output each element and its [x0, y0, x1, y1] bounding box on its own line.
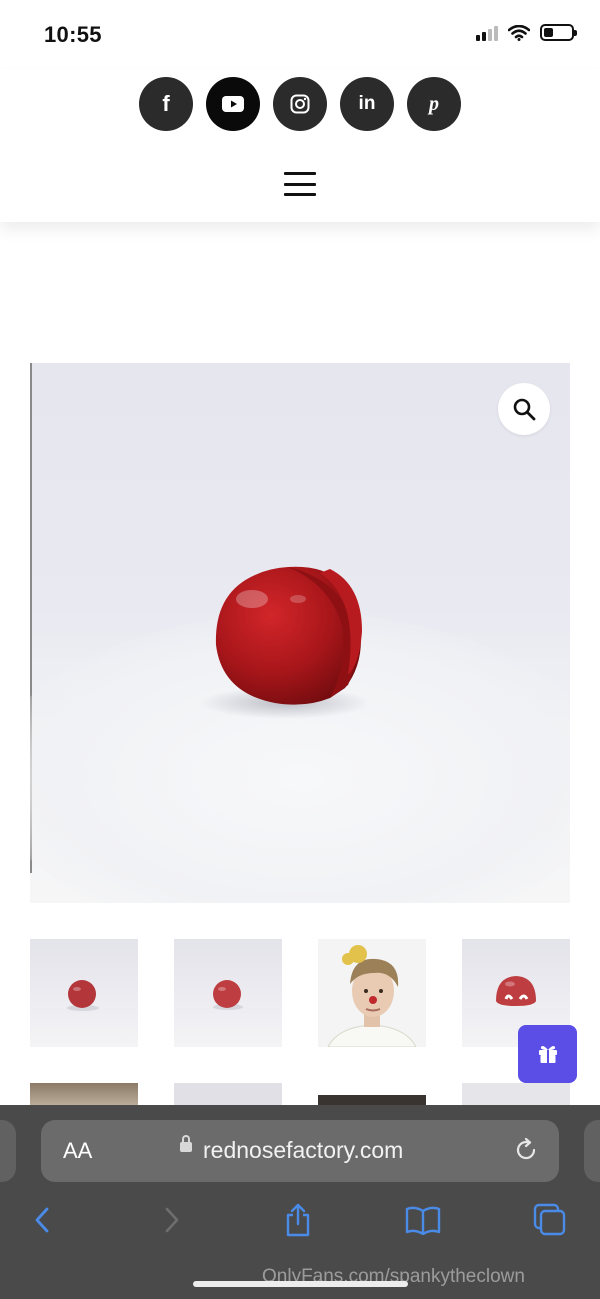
- back-button[interactable]: [22, 1200, 62, 1240]
- status-time: 10:55: [44, 22, 102, 47]
- home-indicator[interactable]: [193, 1281, 408, 1287]
- gift-button[interactable]: [518, 1025, 577, 1083]
- back-icon: [35, 1207, 49, 1233]
- browser-toolbar: [0, 1200, 600, 1244]
- reload-icon[interactable]: [513, 1137, 539, 1163]
- thumb-image: [213, 980, 243, 1010]
- social-links: f in p: [139, 77, 461, 131]
- tabs-button[interactable]: [530, 1200, 570, 1240]
- pinterest-button[interactable]: p: [407, 77, 461, 131]
- prev-tab-pill[interactable]: [0, 1120, 16, 1182]
- pinterest-icon: p: [429, 92, 439, 115]
- youtube-button[interactable]: [206, 77, 260, 131]
- red-nose-thumb[interactable]: [174, 939, 282, 1047]
- next-tab-pill[interactable]: [584, 1120, 600, 1182]
- address-bar[interactable]: AA rednosefactory.com: [41, 1120, 559, 1182]
- instagram-icon: [290, 94, 310, 114]
- forward-icon: [165, 1207, 179, 1233]
- thumb-image: [327, 945, 417, 1047]
- site-header: f in p: [0, 70, 600, 222]
- lock-icon: [180, 1135, 192, 1152]
- thumb-image: [67, 980, 99, 1011]
- zoom-button[interactable]: [498, 383, 550, 435]
- forward-button[interactable]: [152, 1200, 192, 1240]
- red-clown-nose-image: [200, 566, 370, 719]
- share-button[interactable]: [278, 1200, 318, 1240]
- gift-icon: [538, 1046, 557, 1063]
- product-main-image[interactable]: [30, 363, 570, 903]
- thumbnail-row: [30, 939, 570, 1047]
- person-with-red-nose-thumb[interactable]: [318, 939, 426, 1047]
- signal-icon: [476, 25, 498, 41]
- magnifier-icon: [513, 398, 536, 421]
- battery-icon: [540, 24, 577, 41]
- hamburger-menu-icon[interactable]: [284, 172, 316, 196]
- linkedin-button[interactable]: in: [340, 77, 394, 131]
- red-nose-thumb[interactable]: [30, 939, 138, 1047]
- share-icon: [286, 1203, 310, 1237]
- url-text[interactable]: rednosefactory.com: [203, 1137, 403, 1164]
- status-icons: [476, 24, 577, 41]
- wifi-icon: [508, 24, 530, 41]
- bookmarks-button[interactable]: [403, 1200, 443, 1240]
- tabs-icon: [533, 1203, 566, 1236]
- facebook-button[interactable]: f: [139, 77, 193, 131]
- youtube-icon: [222, 96, 244, 112]
- text-size-button[interactable]: AA: [63, 1138, 92, 1164]
- facebook-icon: f: [162, 91, 170, 116]
- bookmarks-icon: [405, 1206, 441, 1235]
- linkedin-icon: in: [358, 93, 376, 114]
- instagram-button[interactable]: [273, 77, 327, 131]
- status-bar: 10:55: [0, 0, 600, 70]
- text-size-label: AA: [63, 1138, 93, 1163]
